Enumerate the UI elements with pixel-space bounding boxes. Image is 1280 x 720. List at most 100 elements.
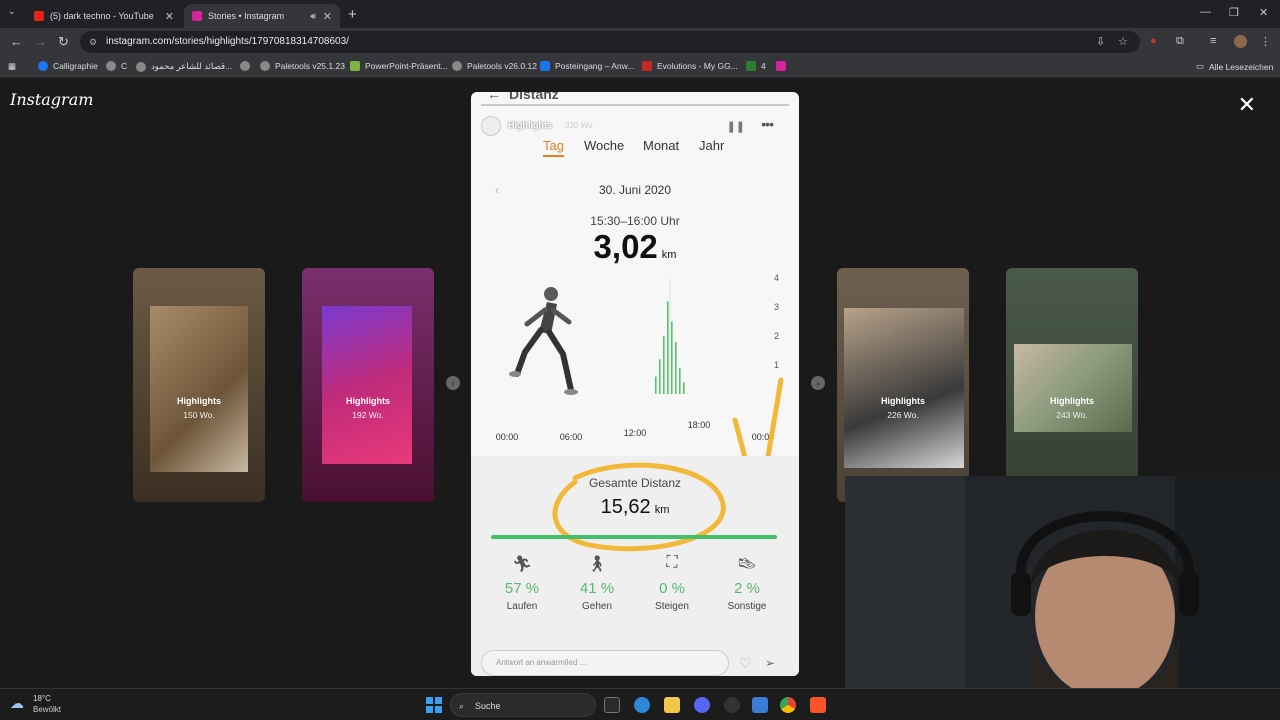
task-view-icon[interactable] <box>604 697 620 713</box>
distance-chart: 432100:00 06:00 12:0018:0000:00 <box>496 273 784 462</box>
highlight-label: Highlights <box>177 396 221 406</box>
annotation-circle <box>552 462 726 552</box>
ghost-header-text: Distanz <box>509 92 559 102</box>
close-stories-icon[interactable]: ✕ <box>1238 92 1256 118</box>
y-tick-label: 4 <box>774 273 779 283</box>
reload-icon[interactable]: ↻ <box>58 34 69 50</box>
weather-condition[interactable]: Bewölkt <box>33 705 61 714</box>
x-tick-label: 18:00 <box>688 420 711 430</box>
bookmark-item[interactable]: Posteingang – Anw... <box>540 61 634 71</box>
bookmark-item[interactable]: PowerPoint-Präsent... <box>350 61 448 71</box>
avatar[interactable] <box>481 116 501 136</box>
bookmark-item[interactable]: 4 <box>746 61 766 71</box>
highlight-card[interactable]: Highlights 192 Wo. <box>302 268 434 502</box>
photos-icon[interactable] <box>752 697 768 713</box>
chart-bar <box>655 376 657 394</box>
activity-name: Gehen <box>581 601 613 612</box>
pause-icon[interactable]: ❚❚ <box>727 120 745 133</box>
x-tick-label: 12:00 <box>624 428 647 438</box>
powerpoint-icon <box>350 61 360 71</box>
menu-icon[interactable]: ⋮ <box>1260 35 1271 48</box>
story-progress-bar <box>481 104 789 106</box>
bookmark-item[interactable]: C <box>106 61 127 71</box>
taskbar-search[interactable]: ⌕ Suche <box>450 693 596 717</box>
restore-icon[interactable]: ❐ <box>1229 6 1239 19</box>
apps-grid-icon[interactable]: ▦ <box>8 61 16 72</box>
bookmark-item[interactable] <box>240 61 255 71</box>
speaker-icon[interactable]: 🔊︎ <box>310 11 316 22</box>
previous-story-icon[interactable]: ‹ <box>446 376 460 390</box>
close-tab-icon[interactable]: ✕ <box>165 10 174 23</box>
profile-avatar[interactable] <box>1234 35 1247 48</box>
story-username[interactable]: Highlights <box>508 120 552 130</box>
distance-value: 3,02 <box>593 228 658 265</box>
chrome-icon[interactable] <box>780 697 796 713</box>
highlight-thumbnail <box>844 308 964 468</box>
activity-name: Sonstige <box>727 601 767 612</box>
back-icon[interactable]: ← <box>10 34 23 49</box>
close-tab-icon[interactable]: ✕ <box>323 10 332 23</box>
windows-taskbar: ☁ 18°C Bewölkt ⌕ Suche <box>0 688 1280 720</box>
minimize-icon[interactable]: — <box>1200 6 1211 18</box>
bookmark-item[interactable]: Paletools v26.0.12 <box>452 61 537 71</box>
close-window-icon[interactable]: ✕ <box>1259 6 1268 19</box>
heart-icon[interactable]: ♡ <box>739 655 752 672</box>
time-range: 15:30–16:00 Uhr <box>590 214 680 228</box>
send-icon[interactable]: ➢ <box>765 656 775 670</box>
globe-icon <box>260 61 270 71</box>
more-options-icon[interactable]: ••• <box>761 116 774 132</box>
brave-icon[interactable] <box>810 697 826 713</box>
app-icon[interactable] <box>724 697 740 713</box>
tab-jahr: Jahr <box>699 138 725 153</box>
runner-figure <box>509 287 578 395</box>
activity-percent: 41 % <box>579 580 615 597</box>
instagram-logo[interactable]: Instagram <box>10 90 93 109</box>
highlight-card[interactable]: Highlights 150 Wo. <box>133 268 265 502</box>
reply-input[interactable]: Antwort an anwarmiled ... <box>481 650 729 676</box>
file-explorer-icon[interactable] <box>664 697 680 713</box>
bookmark-item[interactable] <box>776 61 791 71</box>
bookmark-label: PowerPoint-Präsent... <box>365 61 448 71</box>
next-story-icon[interactable]: › <box>811 376 825 390</box>
bookmark-item[interactable]: Calligraphie <box>38 61 98 71</box>
highlight-age: 192 Wo. <box>352 410 384 420</box>
weather-temperature[interactable]: 18°C <box>33 694 51 703</box>
activity-percent: 0 % <box>659 580 685 597</box>
highlight-age: 150 Wo. <box>183 410 215 420</box>
bookmark-item[interactable]: Paletools v25.1.23 <box>260 61 345 71</box>
highlight-label: Highlights <box>1050 396 1094 406</box>
tab-youtube[interactable]: (5) dark techno - YouTube ✕ <box>26 4 182 28</box>
activity-name: Steigen <box>655 601 689 612</box>
tab-woche: Woche <box>584 138 625 153</box>
bookmark-label: Calligraphie <box>53 61 98 71</box>
edge-icon[interactable] <box>634 697 650 713</box>
tab-search-icon[interactable]: ⌄ <box>8 6 16 17</box>
install-icon[interactable]: ⇩ <box>1096 35 1105 48</box>
site-info-icon[interactable]: ⚙ <box>89 31 97 53</box>
bookmark-item[interactable]: قصائد للشاعر محمود... <box>136 61 232 72</box>
activity-other: 👟︎ 2 % Sonstige <box>707 554 787 612</box>
globe-icon <box>240 61 250 71</box>
tab-instagram[interactable]: Stories • Instagram 🔊︎ ✕ <box>184 4 340 28</box>
story-date: 30. Juni 2020 <box>598 183 672 197</box>
bookmark-item[interactable]: Evolutions - My GG... <box>642 61 738 71</box>
period-tabs: Tag Woche Monat Jahr <box>471 138 799 162</box>
extension-icon[interactable]: ● <box>1150 35 1157 47</box>
media-icon[interactable]: ≡ <box>1210 35 1216 47</box>
extensions-puzzle-icon[interactable]: ⧉ <box>1176 35 1184 48</box>
y-tick-label: 1 <box>774 360 779 370</box>
evolutions-icon <box>642 61 652 71</box>
bookmark-label: 4 <box>761 61 766 71</box>
all-bookmarks[interactable]: ▭ Alle Lesezeichen <box>1196 61 1273 72</box>
new-tab-button[interactable]: + <box>348 6 357 23</box>
windows-start-icon[interactable] <box>426 697 442 713</box>
highlight-card[interactable]: Highlights 243 Wo. <box>1006 268 1138 502</box>
bookmark-star-icon[interactable]: ☆ <box>1118 35 1128 48</box>
discord-icon[interactable] <box>694 697 710 713</box>
mail-icon <box>540 61 550 71</box>
highlight-thumbnail <box>150 306 248 472</box>
forward-icon[interactable]: → <box>34 34 47 49</box>
active-story[interactable]: ← Distanz Highlights 320 Wo. ❚❚ ••• Tag W… <box>471 92 799 676</box>
address-bar[interactable]: ⚙ instagram.com/stories/highlights/17970… <box>80 31 1140 53</box>
highlight-card[interactable]: Highlights 226 Wo. <box>837 268 969 502</box>
